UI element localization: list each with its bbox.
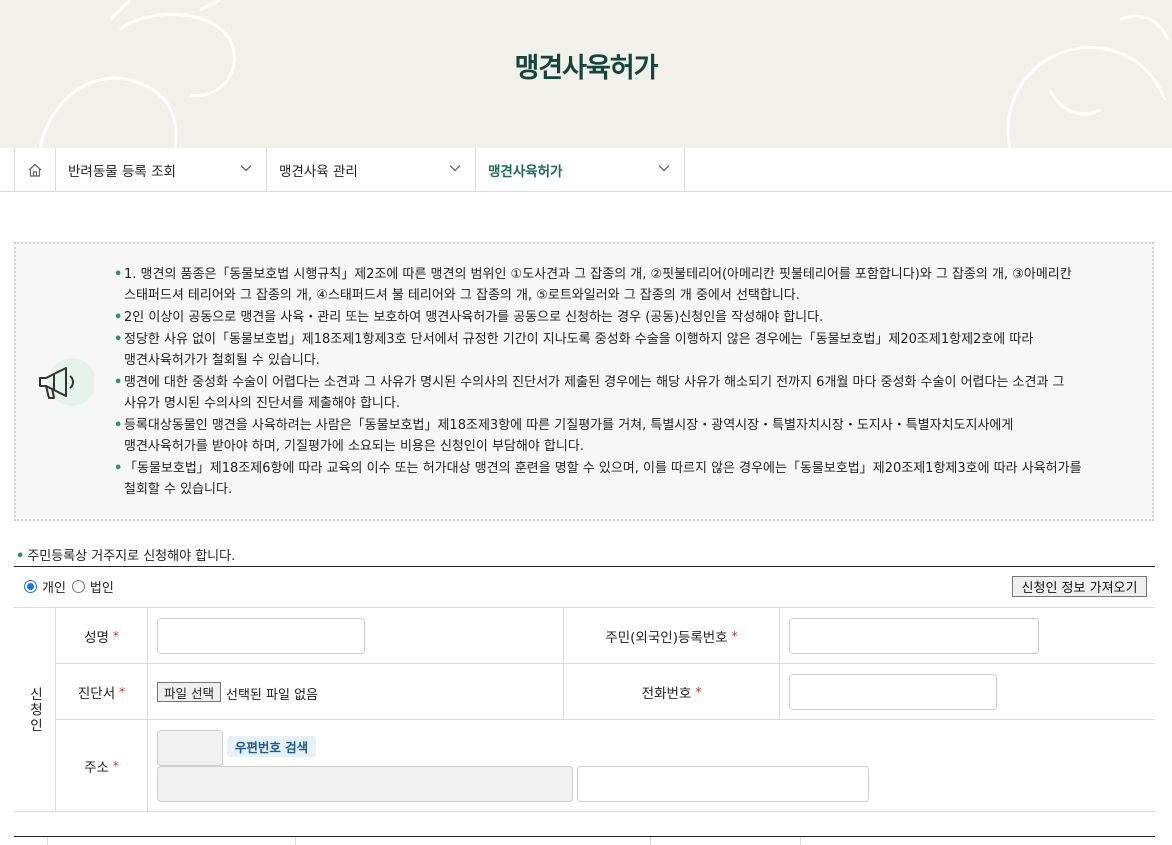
name-input[interactable]	[157, 618, 365, 654]
zipcode-search-button[interactable]: 우편번호 검색	[227, 736, 316, 757]
divider	[14, 836, 1155, 837]
radio-corporation-label[interactable]: 법인	[90, 577, 114, 596]
notice-box: 1. 맹견의 품종은「동물보호법 시행규칙」제2조에 따른 맹견의 범위인 ①도…	[14, 242, 1154, 521]
address-label: 주소 *	[56, 720, 148, 812]
applicant-form: 신청인 성명 * 주민(외국인)등록번호 * 진단서 * 파일 선택 선택된 파일 없…	[14, 607, 1155, 812]
breadcrumb: 반려동물 등록 조회 맹견사육 관리 맹견사육허가	[0, 148, 1172, 192]
table-divider	[800, 837, 801, 845]
radio-individual-label[interactable]: 개인	[42, 577, 66, 596]
name-label: 성명 *	[56, 608, 148, 664]
breadcrumb-home[interactable]	[14, 148, 56, 191]
breadcrumb-item-dog-management[interactable]: 맹견사육 관리	[267, 148, 476, 191]
notice-item: 2인 이상이 공동으로 맹견을 사육・관리 또는 보호하여 맹견사육허가를 공동…	[114, 307, 1124, 328]
radio-corporation[interactable]	[71, 580, 85, 593]
diagnosis-label: 진단서 *	[56, 664, 148, 720]
breadcrumb-item-permit[interactable]: 맹견사육허가	[476, 148, 685, 191]
notice-item: 맹견에 대한 중성화 수술이 어렵다는 소견과 그 사유가 명시된 수의사의 진…	[114, 372, 1124, 414]
phone-label: 전화번호 *	[564, 664, 780, 720]
file-select-button[interactable]: 파일 선택	[157, 682, 221, 702]
table-divider	[295, 837, 296, 845]
applicant-type-group: 개인 법인	[24, 577, 120, 596]
section-label: 신청인	[14, 608, 56, 812]
notice-item: 「동물보호법」제18조제6항에 따라 교육의 이수 또는 허가대상 맹견의 훈련…	[114, 458, 1124, 500]
breadcrumb-item-label: 맹견사육 관리	[279, 163, 358, 180]
breadcrumb-item-pet-registration[interactable]: 반려동물 등록 조회	[56, 148, 267, 191]
notice-item: 정당한 사유 없이「동물보호법」제18조제1항제3호 단서에서 규정한 기간이 …	[114, 329, 1124, 371]
chevron-down-icon	[449, 165, 461, 172]
notice-item: 등록대상동물인 맹견을 사육하려는 사람은「동물보호법」제18조제3항에 따른 …	[114, 415, 1124, 457]
page-title: 맹견사육허가	[514, 53, 658, 84]
zipcode-input[interactable]	[157, 730, 223, 766]
breadcrumb-item-label: 반려동물 등록 조회	[68, 163, 176, 180]
fetch-applicant-info-button[interactable]: 신청인 정보 가져오기	[1012, 576, 1147, 597]
header-banner: 맹견사육허가	[0, 0, 1172, 148]
notice-list: 1. 맹견의 품종은「동물보호법 시행규칙」제2조에 따른 맹견의 범위인 ①도…	[114, 264, 1124, 501]
phone-input[interactable]	[789, 674, 997, 710]
table-divider	[47, 837, 48, 845]
file-status-text: 선택된 파일 없음	[226, 688, 318, 703]
address-input[interactable]	[157, 766, 573, 802]
chevron-down-icon	[658, 165, 670, 172]
notice-item: 1. 맹견의 품종은「동물보호법 시행규칙」제2조에 따른 맹견의 범위인 ①도…	[114, 264, 1124, 306]
divider	[14, 566, 1155, 567]
home-icon	[28, 163, 42, 177]
instruction-text: • 주민등록상 거주지로 신청해야 합니다.	[16, 549, 236, 564]
megaphone-icon	[39, 358, 94, 406]
radio-individual[interactable]	[24, 580, 37, 593]
table-divider	[650, 837, 651, 845]
id-number-label: 주민(외국인)등록번호 *	[564, 608, 780, 664]
address-detail-input[interactable]	[577, 766, 869, 802]
breadcrumb-item-label: 맹견사육허가	[488, 163, 563, 180]
id-number-input[interactable]	[789, 618, 1039, 654]
chevron-down-icon	[240, 165, 252, 172]
